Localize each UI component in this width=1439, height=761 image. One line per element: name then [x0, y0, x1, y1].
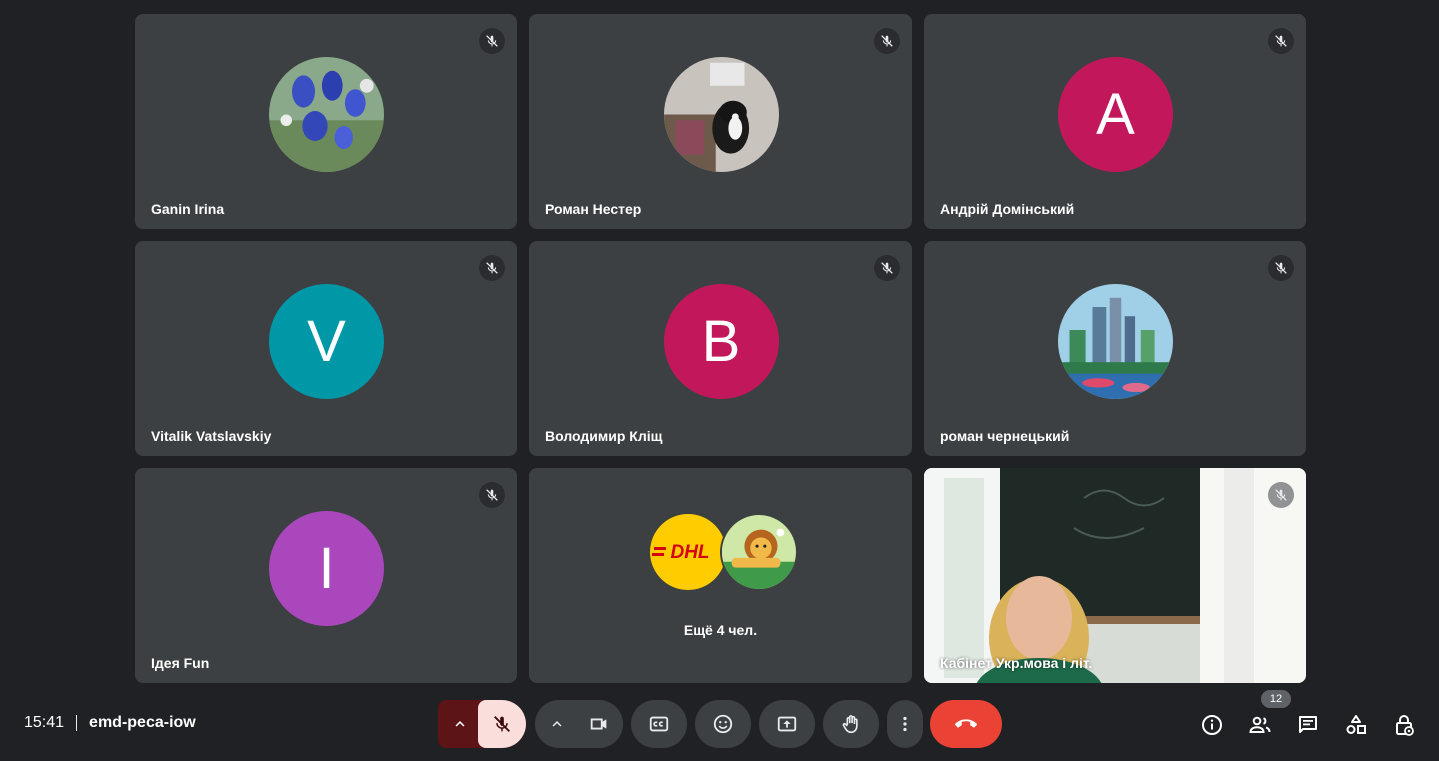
participant-tile[interactable]: V Vitalik Vatslavskiy: [135, 241, 517, 456]
participant-tile[interactable]: A Андрій Домінський: [924, 14, 1306, 229]
microphone-control: [438, 700, 526, 748]
reactions-button[interactable]: [695, 700, 751, 748]
avatar-lion: [719, 513, 798, 591]
avatar-initial: B: [663, 283, 779, 399]
audio-options-button[interactable]: [438, 700, 482, 748]
mic-off-icon: [1268, 255, 1294, 281]
self-video-tile[interactable]: Кабінет Укр.мова і літ.: [924, 468, 1306, 683]
host-controls-icon: [1396, 715, 1414, 736]
avatar-photo-cat: [663, 56, 779, 172]
mic-off-icon: [874, 28, 900, 54]
present-now-button[interactable]: [759, 700, 815, 748]
mic-off-icon: [479, 255, 505, 281]
self-video-feed: [924, 468, 1306, 683]
meeting-time: 15:41: [24, 714, 65, 731]
meeting-code: emd-peca-iow: [89, 714, 196, 731]
camera-icon: [590, 718, 607, 730]
chat-button[interactable]: [1295, 712, 1321, 738]
activities-button[interactable]: [1343, 712, 1369, 738]
captions-button[interactable]: [631, 700, 687, 748]
meeting-details-button[interactable]: [1199, 712, 1225, 738]
chevron-up-icon: [552, 721, 562, 727]
participant-tile[interactable]: роман чернецький: [924, 241, 1306, 456]
divider: [76, 715, 78, 731]
participant-tile[interactable]: Роман Нестер: [529, 14, 912, 229]
raise-hand-button[interactable]: [823, 700, 879, 748]
participant-name: Роман Нестер: [545, 201, 642, 217]
emoji-icon: [713, 714, 733, 734]
people-button[interactable]: [1247, 712, 1273, 738]
host-controls-button[interactable]: [1391, 712, 1417, 738]
mic-off-icon: [1268, 482, 1294, 508]
chat-icon: [1299, 716, 1317, 733]
avatar-photo-city: [1058, 283, 1173, 399]
mic-off-icon: [874, 255, 900, 281]
mic-off-icon: [479, 28, 505, 54]
info-icon: [1202, 715, 1222, 735]
people-count-badge: 12: [1261, 690, 1291, 708]
participant-tile[interactable]: I Ідея Fun: [135, 468, 517, 683]
participant-name: Ganin Irina: [151, 201, 225, 217]
avatar-initial: A: [1058, 56, 1173, 172]
avatar-photo-flowers: [269, 56, 384, 172]
participant-name: роман чернецький: [940, 428, 1070, 444]
mic-off-icon: [1268, 28, 1294, 54]
participant-tile[interactable]: B Володимир Кліщ: [529, 241, 912, 456]
more-participants-label: Ещё 4 чел.: [683, 622, 758, 638]
video-options-button[interactable]: [535, 700, 579, 748]
self-name: Кабінет Укр.мова і літ.: [940, 655, 1093, 671]
participant-name: Володимир Кліщ: [545, 428, 663, 444]
mic-off-icon: [494, 716, 510, 732]
more-participants-avatars: DHL: [649, 513, 798, 591]
participant-name: Ідея Fun: [151, 655, 210, 671]
people-icon: [1249, 716, 1271, 733]
meeting-info: 15:41 emd-peca-iow: [24, 714, 196, 732]
participant-name: Vitalik Vatslavskiy: [151, 428, 272, 444]
participant-grid: Ganin Irina Роман Нестер A Андрій Домінс…: [135, 14, 1307, 684]
camera-toggle-button[interactable]: [575, 700, 623, 748]
bottom-control-bar: 15:41 emd-peca-iow 12: [0, 690, 1439, 761]
end-call-icon: [955, 719, 977, 728]
chevron-up-icon: [455, 721, 465, 727]
avatar-initial: I: [269, 510, 384, 626]
raise-hand-icon: [842, 715, 858, 734]
activities-icon: [1346, 715, 1366, 734]
more-participants-tile[interactable]: DHL Ещё 4 чел.: [529, 468, 912, 683]
more-vert-icon: [903, 716, 907, 732]
mic-off-icon: [479, 482, 505, 508]
more-options-button[interactable]: [887, 700, 923, 748]
present-icon: [777, 716, 797, 732]
participant-tile[interactable]: Ganin Irina: [135, 14, 517, 229]
leave-call-button[interactable]: [930, 700, 1002, 748]
mic-toggle-button[interactable]: [478, 700, 526, 748]
avatar-dhl-logo: DHL: [649, 514, 726, 590]
avatar-initial: V: [269, 283, 384, 399]
participant-name: Андрій Домінський: [940, 201, 1075, 217]
svg-text:DHL: DHL: [670, 542, 709, 563]
camera-control: [535, 700, 623, 748]
captions-icon: [649, 716, 669, 732]
